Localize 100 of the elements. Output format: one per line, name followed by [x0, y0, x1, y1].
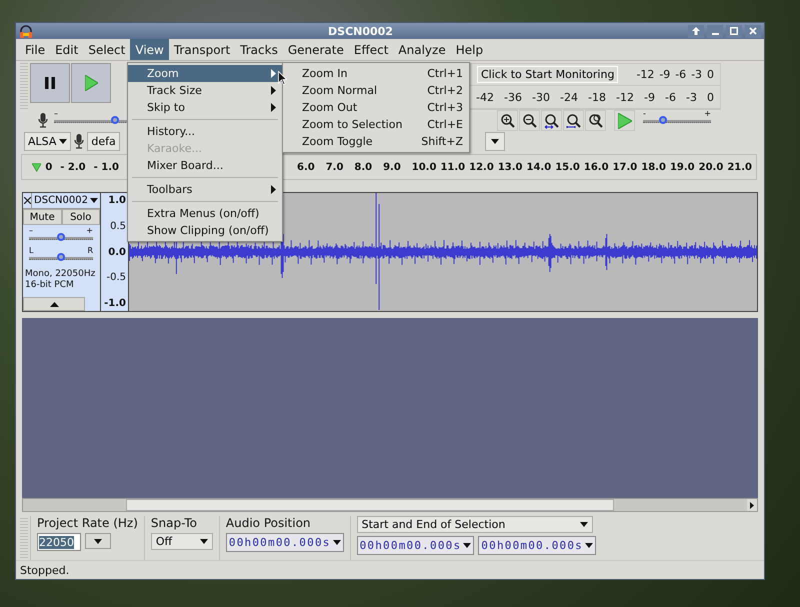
ruler-label: - 1.0	[94, 162, 119, 172]
ruler-label: 12.0	[469, 162, 495, 172]
ruler-label: 14.0	[526, 162, 552, 172]
fit-selection-button[interactable]	[541, 110, 562, 131]
menu-item[interactable]: Zoom Normal Ctrl+2	[283, 82, 469, 99]
horizontal-scrollbar[interactable]	[22, 498, 758, 512]
slider-max-label: R	[87, 247, 93, 255]
time-field[interactable]: 00h00m00.000s	[356, 536, 474, 555]
menu-item[interactable]: Show Clipping (on/off)	[128, 222, 282, 239]
input-device-dropdown[interactable]: defa	[87, 132, 120, 151]
scroll-right-button[interactable]	[747, 499, 757, 511]
ruler-label: 10.0	[412, 162, 438, 172]
meter-scale-label: -6	[675, 68, 686, 81]
field-label: Snap-To	[150, 516, 198, 530]
gain-slider-thumb[interactable]	[57, 233, 65, 241]
scale-label: 1.0	[108, 195, 126, 206]
right-arrow-icon	[750, 502, 754, 508]
fit-selection-icon	[544, 112, 560, 128]
ruler-label: 8.0	[354, 162, 374, 172]
play-icon	[84, 75, 98, 91]
field-label: Audio Position	[226, 516, 312, 530]
menu-bar-item[interactable]: File	[20, 39, 50, 60]
shortcut-text: Ctrl+2	[427, 84, 463, 97]
menu-item[interactable]: Track Size	[128, 82, 282, 99]
scrollbar-thumb[interactable]	[126, 499, 614, 511]
ruler-label: 20.0	[698, 162, 724, 172]
menu-item[interactable]: Extra Menus (on/off)	[128, 205, 282, 222]
shade-button[interactable]	[688, 24, 704, 38]
zoom-in-button[interactable]	[497, 110, 518, 131]
toolbar-grip[interactable]	[20, 518, 28, 560]
dropdown-arrow-icon	[59, 139, 68, 144]
mute-button[interactable]: Mute	[23, 209, 62, 225]
close-button[interactable]	[745, 24, 761, 38]
menu-bar-item[interactable]: Effect	[348, 39, 394, 60]
maximize-icon	[730, 27, 738, 35]
close-track-button[interactable]	[23, 193, 32, 208]
up-triangle-icon	[50, 302, 58, 306]
shortcut-text: Ctrl+3	[427, 101, 463, 114]
menu-item[interactable]: Zoom Out Ctrl+3	[283, 99, 469, 116]
slider-min-label: –	[29, 227, 33, 235]
menu-item[interactable]: Mixer Board...	[128, 157, 282, 174]
dropdown-arrow-icon	[585, 543, 593, 548]
slider-min-label: -	[643, 110, 646, 118]
track-info-text: Mono, 22050Hz	[25, 269, 96, 280]
pause-button[interactable]	[30, 63, 70, 103]
pause-icon	[45, 77, 55, 89]
zoom-out-button[interactable]	[519, 110, 540, 131]
up-arrow-icon	[692, 27, 700, 35]
maximize-button[interactable]	[726, 24, 742, 38]
menu-bar-item[interactable]: View	[130, 39, 169, 60]
speed-slider-thumb[interactable]	[659, 116, 668, 124]
dropdown-arrow-icon	[332, 540, 341, 545]
zoom-toggle-icon	[588, 112, 604, 128]
menu-item[interactable]: Skip to	[128, 99, 282, 116]
menu-bar-item[interactable]: Analyze	[393, 39, 451, 60]
menu-bar-item[interactable]: Select	[83, 39, 130, 60]
menu-item[interactable]: Zoom	[128, 65, 282, 82]
meter-scale-label: -36	[504, 91, 522, 104]
menu-bar-item[interactable]: Transport	[168, 39, 236, 60]
dropdown-button[interactable]	[484, 132, 505, 151]
fit-project-button[interactable]	[563, 110, 584, 131]
play-at-speed-button[interactable]	[614, 110, 635, 131]
menu-bar-item[interactable]: Tracks	[235, 39, 283, 60]
menu-bar-item[interactable]: Generate	[282, 39, 349, 60]
dropdown-button[interactable]	[85, 533, 111, 549]
dropdown-arrow-icon	[200, 539, 208, 544]
menu-bar-item[interactable]: Help	[450, 39, 488, 60]
toolbar-grip[interactable]	[20, 63, 28, 110]
menu-item[interactable]: Zoom to Selection Ctrl+E	[283, 116, 469, 133]
ruler-label: 13.0	[498, 162, 524, 172]
meter-scale-label: -6	[665, 91, 676, 104]
audio-host-dropdown[interactable]: ALSA	[24, 132, 72, 151]
solo-button[interactable]: Solo	[62, 209, 100, 225]
pan-slider-thumb[interactable]	[57, 253, 65, 261]
menu-item[interactable]: Zoom Toggle Shift+Z	[283, 133, 469, 150]
slider-max-label: +	[86, 227, 93, 235]
monitor-button[interactable]: Click to Start Monitoring	[477, 66, 618, 83]
menu-item[interactable]: History...	[128, 123, 282, 140]
meter-scale-label: 0	[706, 68, 714, 81]
zoom-toggle-button[interactable]	[585, 110, 606, 131]
submenu-arrow-icon	[271, 185, 276, 194]
zoom-out-icon	[522, 112, 538, 128]
meter-scale-label: -3	[686, 91, 697, 104]
minimize-button[interactable]	[707, 24, 723, 38]
mouse-cursor-icon	[278, 71, 287, 85]
menu-bar-item[interactable]: Edit	[50, 39, 84, 60]
close-icon	[24, 197, 31, 204]
selection-mode-dropdown[interactable]: Start and End of Selection	[356, 516, 593, 533]
volume-slider-thumb[interactable]	[110, 116, 118, 124]
time-field[interactable]: 00h00m00.000s	[226, 533, 344, 552]
scale-label: 0.0	[108, 246, 126, 258]
time-field[interactable]: 00h00m00.000s	[478, 536, 596, 555]
dropdown-arrow-icon	[463, 543, 472, 548]
menu-item[interactable]: Toolbars	[128, 181, 282, 198]
project-rate-field[interactable]: 22050	[37, 533, 81, 551]
menu-item[interactable]: Zoom In Ctrl+1	[283, 65, 469, 82]
snap-to-dropdown[interactable]: Off	[150, 533, 213, 550]
meter-scale-label: -12	[616, 91, 634, 104]
scale-label: -1.0	[104, 298, 126, 309]
collapse-button[interactable]	[23, 297, 85, 311]
